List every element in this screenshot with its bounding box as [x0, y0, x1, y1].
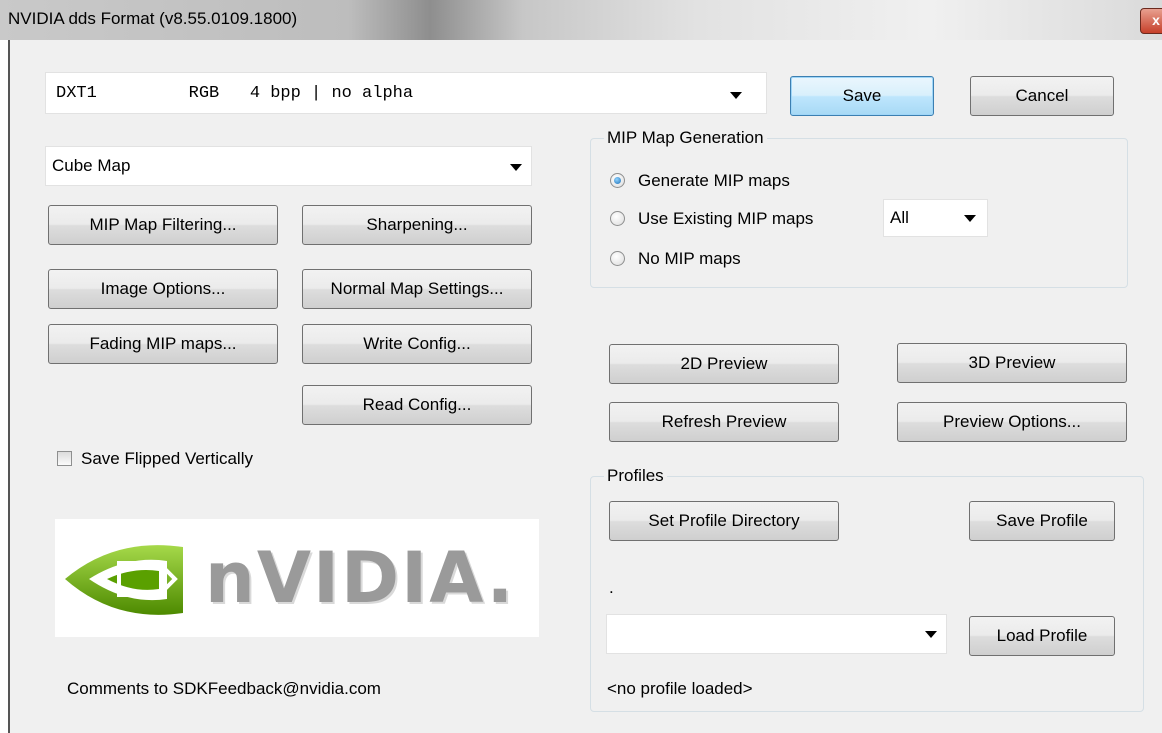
preview-3d-button[interactable]: 3D Preview [897, 343, 1127, 383]
window-frame [0, 40, 10, 733]
save-flipped-checkbox[interactable] [57, 451, 72, 466]
generate-mip-radio[interactable] [610, 173, 625, 188]
preview-2d-button[interactable]: 2D Preview [609, 344, 839, 384]
save-profile-button[interactable]: Save Profile [969, 501, 1115, 541]
window-title: NVIDIA dds Format (v8.55.0109.1800) [8, 9, 298, 28]
use-existing-mip-label[interactable]: Use Existing MIP maps [638, 209, 813, 229]
load-profile-button[interactable]: Load Profile [969, 616, 1115, 656]
sharpening-button[interactable]: Sharpening... [302, 205, 532, 245]
no-mip-radio[interactable] [610, 251, 625, 266]
profiles-label: Profiles [604, 466, 667, 486]
format-select-value: DXT1 RGB 4 bpp | no alpha [56, 83, 414, 103]
normal-map-settings-button[interactable]: Normal Map Settings... [302, 269, 532, 309]
preview-options-button[interactable]: Preview Options... [897, 402, 1127, 442]
image-options-button[interactable]: Image Options... [48, 269, 278, 309]
use-existing-mip-radio[interactable] [610, 211, 625, 226]
mip-generation-label: MIP Map Generation [604, 128, 767, 148]
set-profile-directory-button[interactable]: Set Profile Directory [609, 501, 839, 541]
save-flipped-label[interactable]: Save Flipped Vertically [81, 449, 253, 469]
texture-type-value: Cube Map [52, 156, 131, 175]
write-config-button[interactable]: Write Config... [302, 324, 532, 364]
existing-mip-count-select[interactable]: All [883, 199, 988, 237]
texture-type-select[interactable]: Cube Map [45, 146, 532, 186]
save-button[interactable]: Save [790, 76, 934, 116]
nvidia-logo: nVIDIA. [55, 519, 539, 637]
cancel-button[interactable]: Cancel [970, 76, 1114, 116]
refresh-preview-button[interactable]: Refresh Preview [609, 402, 839, 442]
format-select[interactable]: DXT1 RGB 4 bpp | no alpha [45, 72, 767, 114]
read-config-button[interactable]: Read Config... [302, 385, 532, 425]
nvidia-wordmark: nVIDIA. [205, 537, 516, 619]
close-button[interactable]: x [1140, 8, 1162, 34]
profile-directory-text: . [609, 578, 614, 597]
close-icon: x [1152, 12, 1160, 28]
title-bar[interactable]: NVIDIA dds Format (v8.55.0109.1800) x [0, 0, 1162, 40]
mip-map-filtering-button[interactable]: MIP Map Filtering... [48, 205, 278, 245]
generate-mip-label[interactable]: Generate MIP maps [638, 171, 790, 191]
chevron-down-icon [730, 92, 742, 99]
fading-mip-maps-button[interactable]: Fading MIP maps... [48, 324, 278, 364]
chevron-down-icon [964, 215, 976, 222]
profile-status-text: <no profile loaded> [607, 679, 753, 698]
chevron-down-icon [510, 164, 522, 171]
feedback-text: Comments to SDKFeedback@nvidia.com [67, 679, 381, 698]
no-mip-label[interactable]: No MIP maps [638, 249, 741, 269]
chevron-down-icon [925, 631, 937, 638]
existing-mip-count-value: All [890, 208, 909, 227]
profile-select[interactable] [606, 614, 947, 654]
